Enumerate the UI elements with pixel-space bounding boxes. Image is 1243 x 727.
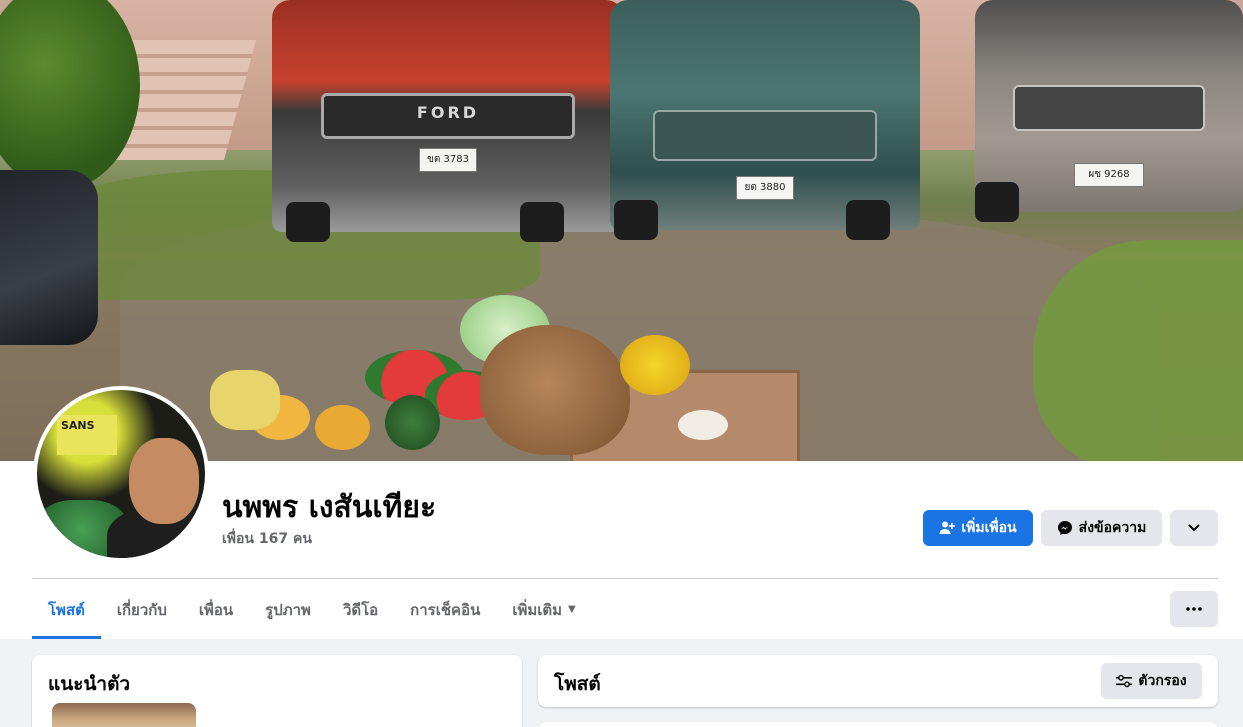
truck-grille (1012, 84, 1206, 132)
tab-label: รูปภาพ (265, 600, 311, 619)
tab-label: เกี่ยวกับ (116, 600, 167, 619)
filter-button[interactable]: ตัวกรอง (1101, 663, 1202, 699)
tab-about[interactable]: เกี่ยวกับ (101, 580, 183, 639)
tab-label: เพิ่มเติม (512, 600, 563, 619)
wheel (286, 202, 330, 242)
add-friend-label: เพิ่มเพื่อน (961, 520, 1017, 536)
filter-label: ตัวกรอง (1138, 673, 1187, 689)
tab-label: วิดีโอ (342, 600, 379, 619)
intro-featured-photo[interactable] (52, 703, 196, 727)
truck-grille (653, 110, 877, 161)
posts-header-card: โพสต์ ตัวกรอง (538, 655, 1218, 707)
license-plate: ยต 3880 (736, 176, 794, 201)
tab-label: การเช็คอิน (410, 600, 481, 619)
messenger-icon (1057, 520, 1073, 536)
intro-title: แนะนำตัว (48, 673, 131, 695)
person-plus-icon (939, 520, 956, 536)
avatar[interactable]: SANS (37, 390, 205, 558)
wheel (614, 200, 658, 240)
chevron-down-icon (1187, 521, 1201, 535)
profile-tabs: โพสต์ เกี่ยวกับ เพื่อน รูปภาพ วิดีโอ การ… (32, 580, 592, 639)
offering-table (200, 285, 800, 461)
cup (678, 410, 728, 440)
wheel (520, 202, 564, 242)
ellipsis-icon (1186, 607, 1202, 611)
license-plate: ขต 3783 (419, 147, 477, 172)
tab-label: เพื่อน (198, 600, 234, 619)
marigold-flowers (620, 335, 690, 395)
truck-grille: FORD (321, 92, 575, 140)
avatar-person-face (129, 438, 199, 524)
add-friend-button[interactable]: เพิ่มเพื่อน (923, 510, 1033, 546)
message-button[interactable]: ส่งข้อความ (1041, 510, 1162, 546)
caret-down-icon: ▼ (568, 604, 576, 615)
tab-checkins[interactable]: การเช็คอิน (394, 580, 496, 639)
sliders-icon (1116, 674, 1133, 688)
intro-card: แนะนำตัว (32, 655, 522, 727)
tab-friends[interactable]: เพื่อน (183, 580, 249, 639)
tab-photos[interactable]: รูปภาพ (249, 580, 327, 639)
tab-label: โพสต์ (48, 600, 85, 619)
teal-pickup-truck: ยต 3880 (610, 0, 920, 240)
tab-videos[interactable]: วิดีโอ (327, 580, 394, 639)
grey-pickup-truck: ผช 9268 (975, 0, 1243, 222)
license-plate: ผช 9268 (1074, 162, 1144, 187)
black-sedan (0, 170, 98, 345)
tab-more[interactable]: เพิ่มเติม ▼ (496, 580, 591, 639)
wheel (975, 182, 1019, 222)
cover-tree (0, 0, 140, 190)
mango (315, 405, 370, 450)
header-divider (32, 578, 1218, 579)
cover-photo[interactable]: FORD ขต 3783 ยต 3880 ผช 9268 (0, 0, 1243, 461)
tab-posts[interactable]: โพสต์ (32, 580, 101, 639)
pineapple (385, 395, 440, 450)
pig-head-offering (480, 325, 630, 455)
red-pickup-truck: FORD ขต 3783 (272, 0, 624, 242)
wheel (846, 200, 890, 240)
posts-title: โพสต์ (554, 673, 601, 695)
profile-options-button[interactable] (1170, 510, 1218, 546)
bananas (210, 370, 280, 430)
next-post-card (538, 722, 1218, 727)
message-label: ส่งข้อความ (1078, 520, 1147, 536)
friends-count[interactable]: เพื่อน 167 คน (222, 528, 312, 550)
profile-name: นพพร เงสันเทียะ (222, 490, 437, 525)
more-options-button[interactable] (1170, 591, 1218, 627)
avatar-sign: SANS (57, 415, 117, 455)
